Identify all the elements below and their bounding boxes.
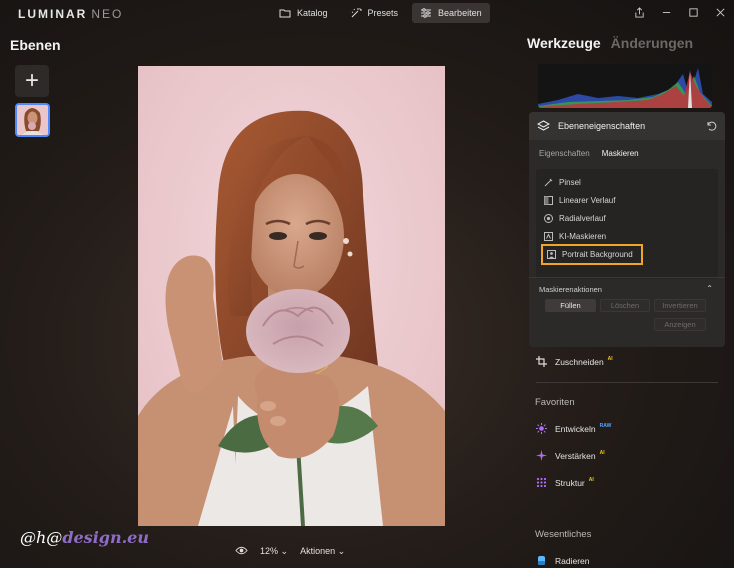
zoom-value: 12%: [260, 546, 279, 556]
mask-tools-list: Pinsel Linearer Verlauf Radialverlauf KI…: [536, 169, 718, 279]
presets-icon: [351, 8, 362, 18]
top-bar: LUMINAR NEO Katalog Presets Bearbeiten: [0, 0, 734, 26]
tool-zuschneiden[interactable]: Zuschneiden AI: [536, 356, 613, 367]
mask-item-portrait-background[interactable]: Portrait Background: [541, 244, 643, 265]
minimize-icon: [662, 11, 671, 13]
canvas-toolbar: 12% ⌄ Aktionen ⌄: [235, 544, 345, 559]
mask-item-ki[interactable]: KI-Maskieren: [544, 229, 606, 243]
logo-text: LUMINAR: [18, 7, 88, 21]
fill-button[interactable]: Füllen: [545, 299, 596, 312]
window-controls: [626, 0, 734, 26]
tab-katalog-label: Katalog: [297, 8, 328, 18]
right-panel-tabs: Werkzeuge Änderungen: [527, 35, 693, 51]
eye-icon: [235, 546, 248, 555]
watermark-prefix: @h@: [20, 528, 63, 547]
tab-werkzeuge[interactable]: Werkzeuge: [527, 35, 601, 51]
mask-item-radial[interactable]: Radialverlauf: [544, 211, 606, 225]
brush-icon: [544, 178, 553, 186]
tool-label: Struktur: [555, 477, 585, 488]
portrait-image: [138, 66, 445, 526]
tool-label: Verstärken: [555, 450, 596, 461]
close-button[interactable]: [707, 0, 734, 24]
minimize-button[interactable]: [653, 0, 680, 24]
chevron-down-icon: ⌄: [280, 546, 289, 556]
layer-thumbnail[interactable]: [15, 103, 50, 137]
logo-suffix: NEO: [91, 7, 124, 21]
mask-item-label: Radialverlauf: [559, 213, 606, 223]
ai-mask-icon: [544, 231, 553, 241]
histogram: [538, 64, 712, 108]
zoom-dropdown[interactable]: 12% ⌄: [260, 546, 288, 557]
app-logo: LUMINAR NEO: [18, 7, 123, 21]
layers-icon: [537, 119, 550, 131]
chevron-down-icon: ⌄: [337, 546, 346, 556]
crop-icon: [536, 356, 547, 367]
portrait-icon: [547, 250, 556, 259]
tool-entwickeln[interactable]: Entwickeln RAW: [536, 423, 611, 434]
mask-item-linear[interactable]: Linearer Verlauf: [544, 193, 615, 207]
tab-presets-label: Presets: [367, 8, 399, 18]
layer-properties-title: Ebeneneigenschaften: [558, 121, 646, 131]
invert-button[interactable]: Invertieren: [654, 299, 706, 312]
mask-item-label: Portrait Background: [562, 250, 633, 259]
radial-gradient-icon: [544, 213, 553, 223]
layers-title: Ebenen: [10, 37, 61, 53]
sun-icon: [536, 423, 547, 434]
panel-divider: [529, 277, 725, 278]
tool-label: Entwickeln: [555, 423, 596, 434]
chevron-up-icon[interactable]: ⌃: [706, 284, 713, 293]
actions-dropdown[interactable]: Aktionen ⌄: [300, 546, 345, 557]
sparkle-icon: [536, 450, 547, 461]
tool-label: Zuschneiden: [555, 356, 604, 367]
delete-button[interactable]: Löschen: [600, 299, 650, 312]
tab-bearbeiten[interactable]: Bearbeiten: [412, 3, 490, 23]
reset-icon[interactable]: [705, 120, 717, 132]
actions-label: Aktionen: [300, 546, 336, 556]
favorites-title: Favoriten: [535, 397, 575, 408]
share-icon: [635, 6, 644, 18]
sliders-icon: [421, 8, 432, 18]
tool-radieren[interactable]: Radieren: [536, 555, 590, 566]
mask-actions-title: Maskierenaktionen: [539, 285, 602, 294]
mask-item-label: Pinsel: [559, 177, 581, 187]
tab-katalog[interactable]: Katalog: [271, 3, 336, 23]
maximize-button[interactable]: [680, 0, 707, 24]
tab-bearbeiten-label: Bearbeiten: [438, 8, 482, 18]
layer-properties-subtabs: Eigenschaften Maskieren: [529, 140, 725, 166]
tool-label: Radieren: [555, 555, 590, 566]
watermark-site: design.eu: [62, 528, 149, 547]
preview-toggle[interactable]: [235, 544, 248, 559]
watermark: @h@design.eu: [20, 528, 149, 547]
add-layer-button[interactable]: +: [15, 65, 49, 97]
section-divider: [536, 382, 718, 383]
close-icon: [716, 8, 725, 16]
mask-item-label: KI-Maskieren: [559, 231, 607, 241]
mask-item-label: Linearer Verlauf: [559, 195, 616, 205]
mask-item-pinsel[interactable]: Pinsel: [544, 175, 581, 189]
subtab-eigenschaften[interactable]: Eigenschaften: [539, 149, 590, 166]
layer-properties-panel: Ebeneneigenschaften Eigenschaften Maskie…: [529, 112, 725, 347]
show-button[interactable]: Anzeigen: [654, 318, 706, 331]
tab-presets[interactable]: Presets: [342, 3, 407, 23]
subtab-maskieren[interactable]: Maskieren: [602, 149, 639, 166]
linear-gradient-icon: [544, 195, 553, 205]
ai-badge: AI: [607, 355, 613, 362]
main-nav: Katalog Presets Bearbeiten: [271, 3, 490, 23]
structure-icon: [536, 477, 547, 488]
maximize-icon: [689, 7, 698, 17]
histogram-graph: [538, 68, 712, 108]
ai-badge: AI: [588, 476, 594, 483]
eraser-icon: [538, 556, 545, 565]
tool-verstaerken[interactable]: Verstärken AI: [536, 450, 605, 461]
layer-properties-header[interactable]: Ebeneneigenschaften: [529, 112, 725, 140]
portrait-thumbnail-image: [17, 105, 48, 135]
raw-badge: RAW: [599, 422, 612, 429]
essentials-title: Wesentliches: [535, 529, 592, 540]
folder-icon: [279, 9, 291, 18]
ai-badge: AI: [599, 449, 605, 456]
photo-canvas[interactable]: [138, 66, 445, 526]
tab-aenderungen[interactable]: Änderungen: [611, 35, 693, 51]
tool-struktur[interactable]: Struktur AI: [536, 477, 594, 488]
share-button[interactable]: [626, 0, 653, 24]
